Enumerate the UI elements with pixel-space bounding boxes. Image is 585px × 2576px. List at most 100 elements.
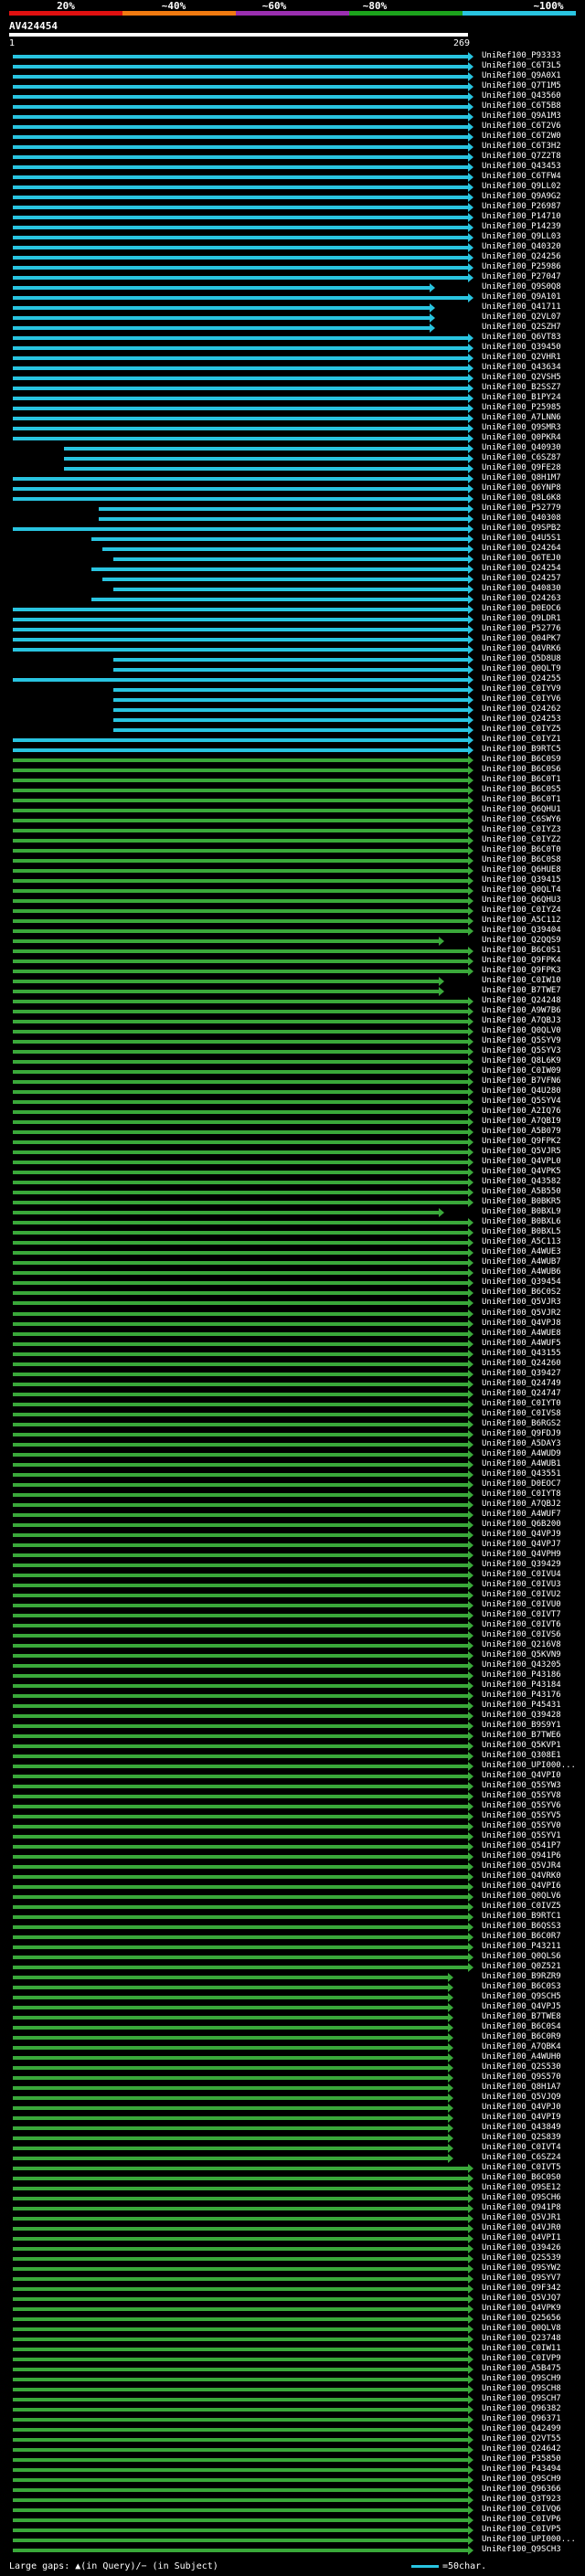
hit-row[interactable]: UniRef100_C0IVS8 [0, 1409, 585, 1420]
hit-row[interactable]: UniRef100_Q7Z2T8 [0, 152, 585, 163]
hit-label[interactable]: UniRef100_Q6VT83 [482, 333, 561, 343]
hit-row[interactable]: UniRef100_P43494 [0, 2465, 585, 2475]
hit-label[interactable]: UniRef100_A7QBJ3 [482, 1016, 561, 1026]
hit-label[interactable]: UniRef100_Q5SYV9 [482, 1036, 561, 1046]
hit-label[interactable]: UniRef100_A4WUB7 [482, 1257, 561, 1267]
hit-row[interactable]: UniRef100_C0IYT0 [0, 1399, 585, 1410]
hit-label[interactable]: UniRef100_Q2S839 [482, 2133, 561, 2143]
hit-row[interactable]: UniRef100_Q0QLT9 [0, 664, 585, 675]
hit-row[interactable]: UniRef100_UPI000... [0, 1761, 585, 1772]
hit-label[interactable]: UniRef100_Q2SZH7 [482, 323, 561, 333]
hit-row[interactable]: UniRef100_Q96382 [0, 2404, 585, 2415]
hit-label[interactable]: UniRef100_A4WUD9 [482, 1449, 561, 1459]
hit-label[interactable]: UniRef100_Q7Z2T8 [482, 152, 561, 162]
hit-label[interactable]: UniRef100_Q24257 [482, 574, 561, 584]
hit-row[interactable]: UniRef100_Q5VJR4 [0, 1861, 585, 1872]
hit-label[interactable]: UniRef100_P52776 [482, 624, 561, 634]
hit-row[interactable]: UniRef100_Q4VPJ0 [0, 2103, 585, 2114]
hit-row[interactable]: UniRef100_Q4VPI1 [0, 2233, 585, 2244]
hit-label[interactable]: UniRef100_Q43560 [482, 91, 561, 101]
hit-row[interactable]: UniRef100_P27047 [0, 272, 585, 283]
hit-row[interactable]: UniRef100_C6TFW4 [0, 172, 585, 183]
hit-row[interactable]: UniRef100_Q24263 [0, 594, 585, 605]
hit-row[interactable]: UniRef100_A4WUF5 [0, 1339, 585, 1350]
hit-label[interactable]: UniRef100_Q4VPJ9 [482, 1530, 561, 1540]
hit-row[interactable]: UniRef100_Q9SCH8 [0, 2384, 585, 2395]
hit-row[interactable]: UniRef100_Q4VPL0 [0, 1157, 585, 1168]
hit-label[interactable]: UniRef100_P43494 [482, 2465, 561, 2475]
hit-label[interactable]: UniRef100_C0IVU0 [482, 1600, 561, 1610]
hit-label[interactable]: UniRef100_Q5SYV5 [482, 1811, 561, 1821]
hit-row[interactable]: UniRef100_Q5SYV1 [0, 1831, 585, 1842]
hit-label[interactable]: UniRef100_Q0QLV6 [482, 1892, 561, 1902]
hit-row[interactable]: UniRef100_Q96366 [0, 2485, 585, 2496]
hit-label[interactable]: UniRef100_Q0Z521 [482, 1962, 561, 1972]
hit-row[interactable]: UniRef100_Q6HUE8 [0, 865, 585, 876]
hit-row[interactable]: UniRef100_P35850 [0, 2454, 585, 2465]
hit-row[interactable]: UniRef100_Q2S530 [0, 2062, 585, 2073]
hit-row[interactable]: UniRef100_UPI000... [0, 2535, 585, 2546]
hit-row[interactable]: UniRef100_Q9A1M3 [0, 111, 585, 122]
hit-label[interactable]: UniRef100_Q24263 [482, 594, 561, 604]
hit-label[interactable]: UniRef100_P43184 [482, 1680, 561, 1691]
hit-label[interactable]: UniRef100_B6C0S6 [482, 765, 561, 775]
hit-row[interactable]: UniRef100_P43184 [0, 1680, 585, 1691]
hit-label[interactable]: UniRef100_C0IVP6 [482, 2515, 561, 2525]
hit-row[interactable]: UniRef100_Q43634 [0, 363, 585, 374]
hit-row[interactable]: UniRef100_Q5KVP1 [0, 1741, 585, 1752]
hit-label[interactable]: UniRef100_Q0QLV8 [482, 2324, 561, 2334]
hit-label[interactable]: UniRef100_A7QBJ2 [482, 1500, 561, 1510]
hit-label[interactable]: UniRef100_Q4VPJ0 [482, 2103, 561, 2113]
hit-row[interactable]: UniRef100_D0EOC7 [0, 1479, 585, 1490]
hit-label[interactable]: UniRef100_Q9SE12 [482, 2183, 561, 2193]
hit-row[interactable]: UniRef100_Q5SYV8 [0, 1791, 585, 1802]
hit-label[interactable]: UniRef100_Q4VPJ5 [482, 2002, 561, 2012]
hit-label[interactable]: UniRef100_Q39427 [482, 1369, 561, 1379]
hit-row[interactable]: UniRef100_Q5SYV3 [0, 1046, 585, 1057]
hit-label[interactable]: UniRef100_Q43453 [482, 162, 561, 172]
hit-row[interactable]: UniRef100_Q5VJR5 [0, 1147, 585, 1158]
hit-label[interactable]: UniRef100_B7TWE7 [482, 986, 561, 996]
hit-label[interactable]: UniRef100_Q24747 [482, 1389, 561, 1399]
hit-row[interactable]: UniRef100_C6T3L5 [0, 61, 585, 72]
hit-label[interactable]: UniRef100_B7VFN6 [482, 1076, 561, 1087]
hit-label[interactable]: UniRef100_Q24749 [482, 1379, 561, 1389]
hit-label[interactable]: UniRef100_C6TFW4 [482, 172, 561, 182]
hit-row[interactable]: UniRef100_C0IVU3 [0, 1580, 585, 1591]
hit-label[interactable]: UniRef100_Q9SYV7 [482, 2274, 561, 2284]
hit-label[interactable]: UniRef100_B9RTC1 [482, 1912, 561, 1922]
hit-label[interactable]: UniRef100_Q9A1M3 [482, 111, 561, 122]
hit-label[interactable]: UniRef100_A5B550 [482, 1187, 561, 1197]
hit-label[interactable]: UniRef100_Q2S539 [482, 2253, 561, 2263]
hit-row[interactable]: UniRef100_B6C0S5 [0, 785, 585, 796]
hit-label[interactable]: UniRef100_C6T3H2 [482, 142, 561, 152]
hit-label[interactable]: UniRef100_Q2VT55 [482, 2434, 561, 2444]
hit-row[interactable]: UniRef100_B0BKR5 [0, 1197, 585, 1208]
hit-label[interactable]: UniRef100_C6SZ87 [482, 453, 561, 463]
hit-row[interactable]: UniRef100_Q9SCH9 [0, 2374, 585, 2385]
hit-label[interactable]: UniRef100_B7TWE8 [482, 2012, 561, 2022]
hit-row[interactable]: UniRef100_Q43560 [0, 91, 585, 102]
hit-row[interactable]: UniRef100_Q9LL02 [0, 182, 585, 193]
hit-label[interactable]: UniRef100_C0IVS6 [482, 1630, 561, 1640]
hit-label[interactable]: UniRef100_Q39429 [482, 1560, 561, 1570]
hit-row[interactable]: UniRef100_Q24248 [0, 996, 585, 1007]
hit-row[interactable]: UniRef100_Q5SYV6 [0, 1801, 585, 1812]
hit-row[interactable]: UniRef100_B6RGS2 [0, 1419, 585, 1430]
hit-label[interactable]: UniRef100_A7QBI9 [482, 1117, 561, 1127]
hit-label[interactable]: UniRef100_C6SWY6 [482, 815, 561, 825]
hit-row[interactable]: UniRef100_B9S9Y1 [0, 1721, 585, 1732]
hit-label[interactable]: UniRef100_A5B475 [482, 2364, 561, 2374]
hit-row[interactable]: UniRef100_Q4VJR0 [0, 2223, 585, 2234]
hit-row[interactable]: UniRef100_C0IVU2 [0, 1590, 585, 1601]
hit-label[interactable]: UniRef100_Q39450 [482, 343, 561, 353]
hit-label[interactable]: UniRef100_A4WUB1 [482, 1459, 561, 1469]
hit-label[interactable]: UniRef100_B0BXL9 [482, 1207, 561, 1217]
hit-label[interactable]: UniRef100_P45431 [482, 1701, 561, 1711]
hit-row[interactable]: UniRef100_B6C0S3 [0, 1982, 585, 1993]
hit-row[interactable]: UniRef100_C0IVP5 [0, 2525, 585, 2536]
hit-row[interactable]: UniRef100_C0IYZ4 [0, 906, 585, 917]
hit-label[interactable]: UniRef100_Q4VPH9 [482, 1550, 561, 1560]
hit-label[interactable]: UniRef100_Q5SYV0 [482, 1821, 561, 1831]
hit-row[interactable]: UniRef100_Q5VJR3 [0, 1298, 585, 1309]
